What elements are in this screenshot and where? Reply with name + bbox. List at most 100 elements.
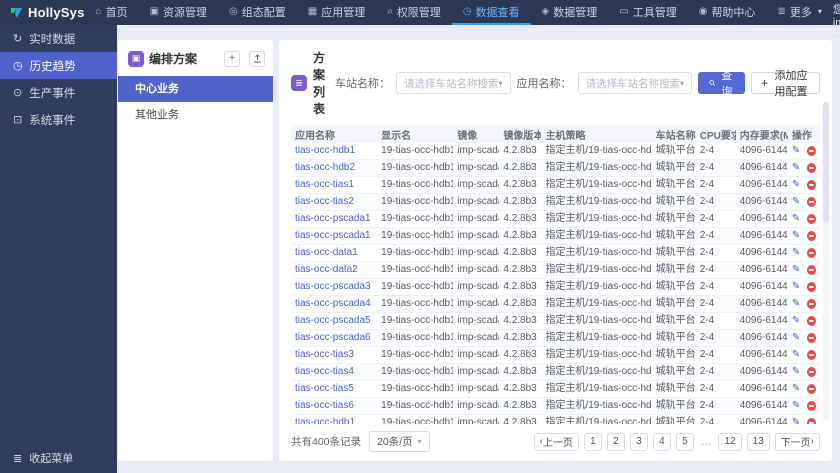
delete-icon[interactable] [807,231,816,242]
edit-icon[interactable]: ✎ [792,316,800,326]
column-header: 镜像版本 [499,125,542,143]
delete-icon[interactable] [807,248,816,259]
edit-icon[interactable]: ✎ [792,350,800,360]
delete-icon[interactable] [807,146,816,157]
add-plan-button[interactable]: + [224,50,240,67]
page-button-5[interactable]: 5 [675,432,694,451]
app-name-link[interactable]: tias-occ-hdb1 [295,417,355,424]
export-plan-button[interactable] [249,50,265,67]
left-sidebar: ↻ 实时数据 ◷ 历史趋势 ⊙ 生产事件 ⊡ 系统事件 ≣ 收起菜单 [0,25,117,473]
app-name-link[interactable]: tias-occ-hdb1 [295,145,355,156]
cpu-cell: 2-4 [695,193,736,212]
nav-item-help[interactable]: ◉ 帮助中心 [688,0,767,25]
sidebar-item-realtime[interactable]: ↻ 实时数据 [0,25,117,52]
app-name-link[interactable]: tias-occ-hdb2 [295,162,355,173]
nav-item-home[interactable]: ⌂ 首页 [85,0,139,25]
delete-icon[interactable] [807,180,816,191]
top-nav: HollySys ⌂ 首页 ▣ 资源管理 ◎ 组态配置 ▦ 应用管理 ⌕ 权限管理 ◷ 数据查看 ◈ 数据… [0,0,840,41]
search-button[interactable]: 查询 [698,70,746,98]
edit-icon[interactable]: ✎ [792,299,800,309]
app-name-link[interactable]: tias-occ-tias3 [295,349,354,360]
station-name-select[interactable]: 请选择车站名称搜索 ▾ [395,72,511,94]
edit-icon[interactable]: ✎ [792,197,800,207]
app-name-link[interactable]: tias-occ-data2 [295,264,358,275]
app-name-link[interactable]: tias-occ-pscada1 [295,213,371,224]
plan-item-0[interactable]: 中心业务 [118,76,273,102]
edit-icon[interactable]: ✎ [792,333,800,343]
nav-item-data-view[interactable]: ◷ 数据查看 [451,0,531,25]
page-button-3[interactable]: 3 [629,432,648,451]
next-page-button[interactable]: 下一页 › [774,432,820,451]
operation-cell: ✎ [787,414,820,424]
edit-icon[interactable]: ✎ [792,163,800,173]
delete-icon[interactable] [807,316,816,327]
edit-icon[interactable]: ✎ [792,367,800,377]
edit-icon[interactable]: ✎ [792,282,800,292]
prev-page-button[interactable]: ‹ 上一页 [533,432,579,451]
nav-item-config[interactable]: ◎ 组态配置 [218,0,297,25]
display-name-cell: 19-tias-occ-hdb1 [377,210,454,229]
app-name-link[interactable]: tias-occ-tias6 [295,400,354,411]
page-button-2[interactable]: 2 [606,432,625,451]
delete-icon[interactable] [807,350,816,361]
nav-item-tool[interactable]: ▭ 工具管理 [608,0,687,25]
page-button-1[interactable]: 1 [583,432,602,451]
delete-icon[interactable] [807,282,816,293]
nav-item-app[interactable]: ▦ 应用管理 [297,0,376,25]
collapse-menu-button[interactable]: ≣ 收起菜单 [0,443,117,473]
edit-icon[interactable]: ✎ [792,214,800,224]
nav-item-permission[interactable]: ⌕ 权限管理 [376,0,452,25]
app-name-cell: tias-occ-tias3 [291,346,378,365]
app-name-link[interactable]: tias-occ-pscada6 [295,332,371,343]
table-header-row: 应用名称显示名镜像镜像版本主机策略车站名称CPU要求(核)内存要求(MB)操作 [291,125,820,143]
delete-icon[interactable] [807,333,816,344]
delete-icon[interactable] [807,384,816,395]
page-button-12[interactable]: 12 [718,432,742,451]
app-name-link[interactable]: tias-occ-tias1 [295,179,354,190]
nav-item-resource[interactable]: ▣ 资源管理 [139,0,218,25]
sidebar-item-history[interactable]: ◷ 历史趋势 [0,52,117,79]
page-button-13[interactable]: 13 [746,432,770,451]
edit-icon[interactable]: ✎ [792,248,800,258]
app-name-link[interactable]: tias-occ-pscada1 [295,230,371,241]
table-row: tias-occ-pscada3 19-tias-occ-hdb1 imp-scad… [291,278,820,297]
app-name-link[interactable]: tias-occ-tias2 [295,196,354,207]
vertical-scrollbar[interactable] [823,102,829,421]
page-size-select[interactable]: 20条/页 ▾ [369,431,430,452]
scrollbar-thumb[interactable] [823,102,829,222]
sidebar-item-label: 历史趋势 [29,60,76,73]
edit-icon[interactable]: ✎ [792,146,800,156]
page-button-4[interactable]: 4 [652,432,671,451]
app-name-link[interactable]: tias-occ-tias5 [295,383,354,394]
app-name-link[interactable]: tias-occ-pscada4 [295,298,371,309]
delete-icon[interactable] [807,418,816,424]
edit-icon[interactable]: ✎ [792,231,800,241]
edit-icon[interactable]: ✎ [792,384,800,394]
edit-icon[interactable]: ✎ [792,401,800,411]
nav-item-data-manage[interactable]: ◈ 数据管理 [531,0,609,25]
app-name-link[interactable]: tias-occ-pscada3 [295,281,371,292]
image-cell: imp-scada [453,363,500,382]
image-version-cell: 4.2.8b3 [499,261,542,280]
delete-icon[interactable] [807,401,816,412]
plan-item-1[interactable]: 其他业务 [118,102,273,128]
delete-icon[interactable] [807,265,816,276]
host-policy-cell: 指定主机/19-tias-occ-hdb1 [541,329,652,348]
delete-icon[interactable] [807,214,816,225]
app-name-link[interactable]: tias-occ-tias4 [295,366,354,377]
delete-icon[interactable] [807,367,816,378]
sidebar-item-system[interactable]: ⊡ 系统事件 [0,106,117,133]
app-name-cell: tias-occ-data1 [291,244,378,263]
chevron-down-icon: ▾ [417,437,422,446]
edit-icon[interactable]: ✎ [792,265,800,275]
app-name-select[interactable]: 请选择车站名称搜索 ▾ [577,72,693,94]
edit-icon[interactable]: ✎ [792,180,800,190]
sidebar-item-production[interactable]: ⊙ 生产事件 [0,79,117,106]
delete-icon[interactable] [807,197,816,208]
nav-item-more[interactable]: ≣ 更多 ▾ [766,0,832,25]
app-name-link[interactable]: tias-occ-data1 [295,247,358,258]
add-app-config-button[interactable]: + 添加应用配置 [751,70,820,98]
delete-icon[interactable] [807,299,816,310]
delete-icon[interactable] [807,163,816,174]
app-name-link[interactable]: tias-occ-pscada5 [295,315,371,326]
